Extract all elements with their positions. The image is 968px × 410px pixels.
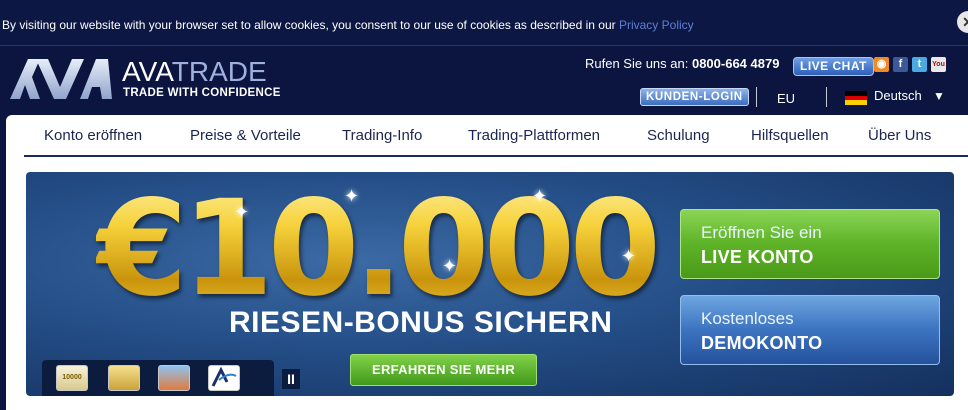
demo-account-subtitle: Kostenloses [701, 309, 794, 328]
slide-thumb-person[interactable] [158, 365, 190, 391]
chevron-down-icon[interactable]: ▼ [933, 89, 945, 103]
open-demo-account-button[interactable]: Kostenloses DEMOKONTO [680, 295, 940, 365]
brand-trade: TRADE [171, 56, 267, 87]
main-nav: Konto eröffnen Preise & Vorteile Trading… [24, 115, 968, 157]
german-flag-icon[interactable] [845, 91, 867, 106]
sparkle-icon: ✦ [532, 186, 548, 206]
avatrade-logo-icon[interactable] [10, 57, 112, 101]
sparkle-icon: ✦ [344, 186, 360, 206]
live-account-subtitle: Eröffnen Sie ein [701, 223, 822, 242]
sparkle-icon: ✦ [621, 246, 637, 266]
twitter-icon[interactable]: t [912, 57, 927, 72]
phone-label: Rufen Sie uns an: [585, 56, 692, 71]
cookie-text: By visiting our website with your browse… [2, 18, 619, 32]
brand-ava: AVA [122, 56, 172, 87]
client-login-button[interactable]: KUNDEN-LOGIN [640, 88, 749, 106]
privacy-policy-link[interactable]: Privacy Policy [619, 18, 694, 32]
open-live-account-button[interactable]: Eröffnen Sie ein LIVE KONTO [680, 209, 940, 279]
close-cookie-icon[interactable]: ✕ [957, 11, 968, 33]
pause-icon[interactable]: II [282, 369, 300, 389]
nav-item-about[interactable]: Über Uns [868, 127, 931, 144]
header-divider [756, 87, 757, 107]
sparkle-icon: ✦ [234, 202, 250, 222]
nav-item-open-account[interactable]: Konto eröffnen [44, 127, 142, 144]
region-selector[interactable]: EU [777, 91, 795, 106]
language-selector[interactable]: Deutsch [874, 88, 922, 103]
header-divider [826, 87, 827, 107]
brand-tagline: TRADE WITH CONFIDENCE [123, 87, 281, 99]
phone-number[interactable]: 0800-664 4879 [692, 56, 779, 71]
slide-thumbnails: 10000 [42, 360, 274, 396]
cookie-bar: By visiting our website with your browse… [0, 0, 968, 46]
nav-item-prices[interactable]: Preise & Vorteile [190, 127, 301, 144]
swoosh-icon [211, 366, 237, 387]
facebook-icon[interactable]: f [893, 57, 908, 72]
youtube-icon[interactable]: You [931, 57, 946, 72]
cookie-message: By visiting our website with your browse… [2, 18, 694, 32]
slide-thumb-bonus[interactable]: 10000 [56, 365, 88, 391]
live-account-title: LIVE KONTO [701, 247, 814, 267]
bonus-amount: €10.000 [96, 172, 661, 326]
rss-icon[interactable]: ◉ [874, 57, 889, 72]
promo-banner[interactable]: €10.000 ✦ ✦ ✦ ✦ ✦ RIESEN-BONUS SICHERN E… [26, 172, 954, 396]
banner-headline: RIESEN-BONUS SICHERN [229, 306, 613, 339]
demo-account-title: DEMOKONTO [701, 333, 823, 353]
learn-more-button[interactable]: ERFAHREN SIE MEHR [350, 354, 537, 386]
nav-item-platforms[interactable]: Trading-Plattformen [468, 127, 600, 144]
nav-item-resources[interactable]: Hilfsquellen [751, 127, 829, 144]
slide-thumb-bitcoin[interactable] [108, 365, 140, 391]
nav-item-education[interactable]: Schulung [647, 127, 710, 144]
live-chat-button[interactable]: LIVE CHAT [793, 57, 874, 76]
phone-info: Rufen Sie uns an: 0800-664 4879 [585, 56, 779, 71]
site-header: AVATRADE TRADE WITH CONFIDENCE Rufen Sie… [0, 47, 968, 115]
slide-thumb-logo[interactable] [208, 365, 240, 391]
sparkle-icon: ✦ [442, 256, 458, 276]
nav-item-trading-info[interactable]: Trading-Info [342, 127, 422, 144]
brand-name: AVATRADE [122, 56, 267, 88]
